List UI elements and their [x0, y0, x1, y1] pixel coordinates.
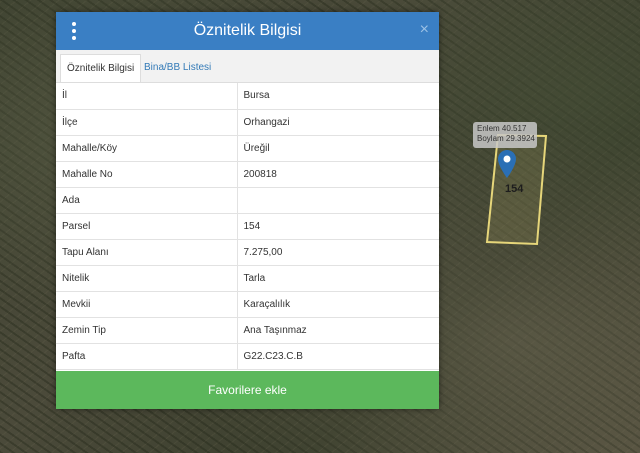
- row-value: 154: [237, 213, 439, 240]
- attribute-info-panel: Öznitelik Bilgisi × Öznitelik Bilgisi Bi…: [56, 12, 439, 409]
- row-value: Ana Taşınmaz: [237, 317, 439, 344]
- panel-title: Öznitelik Bilgisi: [193, 22, 302, 39]
- row-value: Üreğil: [237, 135, 439, 162]
- row-value: 7.275,00: [237, 239, 439, 266]
- row-key: Pafta: [56, 343, 238, 370]
- row-value: Tarla: [237, 265, 439, 292]
- row-key: Mahalle/Köy: [56, 135, 238, 162]
- table-row: Mahalle No 200818: [56, 161, 439, 188]
- row-key: Ada: [56, 187, 238, 214]
- attribute-table: İl Bursa İlçe Orhangazi Mahalle/Köy Üreğil …: [56, 83, 439, 370]
- table-row: Nitelik Tarla: [56, 265, 439, 292]
- table-row: Zemin Tip Ana Taşınmaz: [56, 317, 439, 344]
- row-value: Orhangazi: [237, 109, 439, 136]
- row-key: Mevkii: [56, 291, 238, 318]
- close-icon[interactable]: ×: [420, 20, 429, 40]
- row-key: Parsel: [56, 213, 238, 240]
- add-to-favorites-button[interactable]: Favorilere ekle: [56, 371, 439, 409]
- row-key: İlçe: [56, 109, 238, 136]
- tab-attribute-info[interactable]: Öznitelik Bilgisi: [60, 54, 142, 82]
- table-row: Parsel 154: [56, 213, 439, 240]
- table-row: İlçe Orhangazi: [56, 109, 439, 136]
- row-key: Tapu Alanı: [56, 239, 238, 266]
- table-row: Tapu Alanı 7.275,00: [56, 239, 439, 266]
- panel-header: Öznitelik Bilgisi ×: [56, 12, 439, 50]
- table-row: Mevkii Karaçalılık: [56, 291, 439, 318]
- row-value: [237, 187, 439, 214]
- row-value: Karaçalılık: [237, 291, 439, 318]
- table-row: İl Bursa: [56, 83, 439, 110]
- row-value: G22.C23.C.B: [237, 343, 439, 370]
- coordinate-tooltip: Enlem 40.517 Boylam 29.3924: [473, 122, 537, 148]
- row-key: İl: [56, 83, 238, 110]
- tab-bar: Öznitelik Bilgisi Bina/BB Listesi: [56, 50, 439, 83]
- row-key: Zemin Tip: [56, 317, 238, 344]
- table-row: Mahalle/Köy Üreğil: [56, 135, 439, 162]
- table-row: Ada: [56, 187, 439, 214]
- row-key: Mahalle No: [56, 161, 238, 188]
- row-value: 200818: [237, 161, 439, 188]
- row-value: Bursa: [237, 83, 439, 110]
- location-pin-icon[interactable]: [498, 150, 516, 178]
- row-key: Nitelik: [56, 265, 238, 292]
- parcel-number-label: 154: [505, 183, 524, 195]
- tab-building-list[interactable]: Bina/BB Listesi: [138, 54, 217, 82]
- table-row: Pafta G22.C23.C.B: [56, 343, 439, 370]
